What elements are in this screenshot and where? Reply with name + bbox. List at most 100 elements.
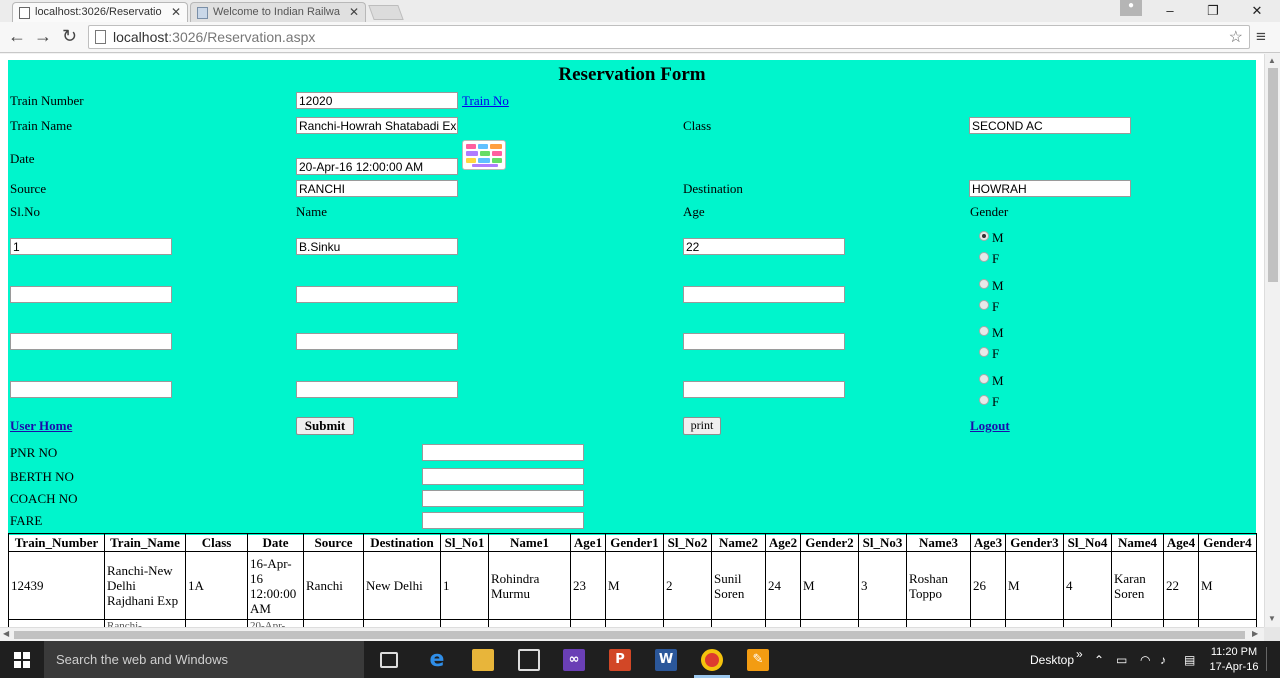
volume-icon[interactable]: ♪	[1160, 653, 1166, 667]
table-row[interactable]: 12439 Ranchi-New Delhi Rajdhani Exp 1A 16-A…	[8, 551, 1257, 620]
passenger-3-name-field[interactable]	[296, 333, 458, 350]
tab-reservation[interactable]: localhost:3026/Reservatio ✕	[12, 2, 188, 22]
reservations-table: Train_Number Train_Name Class Date Source Des…	[8, 533, 1257, 627]
forward-arrow-icon[interactable]: →	[34, 26, 52, 47]
chrome-icon[interactable]	[701, 649, 723, 671]
store-icon[interactable]	[518, 649, 540, 671]
slno-column-label: Sl.No	[10, 204, 40, 219]
table-header-cell: Source	[303, 533, 364, 552]
horizontal-scroll-thumb[interactable]	[14, 631, 1245, 639]
table-cell: M	[800, 551, 859, 620]
passenger-4-name-field[interactable]	[296, 381, 458, 398]
table-row[interactable]: Ranchi- 20-Apr-	[8, 619, 1257, 627]
page-icon	[95, 30, 106, 44]
date-field[interactable]: 20-Apr-16 12:00:00 AM	[296, 158, 458, 175]
train-no-link[interactable]: Train No	[462, 93, 509, 109]
passenger-3-female-radio[interactable]: F	[979, 346, 999, 362]
passenger-2-female-radio[interactable]: F	[979, 299, 999, 315]
passenger-1-age-field[interactable]: 22	[683, 238, 845, 255]
passenger-1-name-field[interactable]: B.Sinku	[296, 238, 458, 255]
calendar-icon[interactable]	[462, 140, 506, 170]
berth-field[interactable]	[422, 468, 584, 485]
horizontal-scrollbar[interactable]: ◀ ▶	[0, 627, 1264, 641]
print-button[interactable]: print	[683, 417, 721, 435]
logout-link[interactable]: Logout	[970, 418, 1010, 434]
pnr-field[interactable]	[422, 444, 584, 461]
passenger-1-male-radio[interactable]: M	[979, 230, 1004, 246]
windows-start-icon[interactable]	[14, 652, 30, 668]
close-tab-icon[interactable]: ✕	[349, 5, 359, 19]
tab-indian-railways[interactable]: Welcome to Indian Railwa ✕	[190, 2, 366, 22]
table-header-cell: Age1	[570, 533, 606, 552]
minimize-button[interactable]: –	[1150, 0, 1190, 22]
url-text[interactable]: localhost:3026/Reservation.aspx	[113, 29, 315, 45]
wifi-icon[interactable]: ◠	[1140, 653, 1150, 667]
scroll-right-icon[interactable]: ▶	[1252, 629, 1258, 638]
visual-studio-icon[interactable]: ∞	[563, 649, 585, 671]
scroll-left-icon[interactable]: ◀	[3, 629, 9, 638]
railways-favicon-icon	[197, 7, 208, 19]
scroll-up-icon[interactable]: ▲	[1268, 56, 1276, 65]
edge-browser-icon[interactable]: e	[426, 649, 448, 671]
page-favicon-icon	[19, 7, 30, 19]
table-cell	[1005, 619, 1064, 627]
show-hidden-icons-icon[interactable]: ⌃	[1094, 653, 1104, 667]
table-cell	[185, 619, 248, 627]
submit-button[interactable]: Submit	[296, 417, 354, 435]
passenger-2-male-radio[interactable]: M	[979, 278, 1004, 294]
train-number-field[interactable]: 12020	[296, 92, 458, 109]
back-arrow-icon[interactable]: ←	[8, 26, 26, 47]
table-cell	[1163, 619, 1199, 627]
word-icon[interactable]: W	[655, 649, 677, 671]
destination-label: Destination	[683, 181, 743, 196]
address-bar[interactable]: localhost:3026/Reservation.aspx ☆	[88, 25, 1250, 49]
tray-chevron-icon[interactable]: »	[1076, 647, 1083, 661]
task-view-icon[interactable]	[380, 652, 398, 668]
passenger-4-slno-field[interactable]	[10, 381, 172, 398]
new-tab-button[interactable]	[368, 5, 404, 20]
bookmark-star-icon[interactable]: ☆	[1229, 27, 1243, 47]
class-field[interactable]: SECOND AC	[969, 117, 1131, 134]
passenger-4-age-field[interactable]	[683, 381, 845, 398]
profile-icon[interactable]: ●	[1120, 0, 1142, 16]
taskbar-clock[interactable]: 11:20 PM 17-Apr-16	[1206, 645, 1262, 675]
taskbar-search-box[interactable]: Search the web and Windows	[44, 641, 364, 678]
passenger-1-female-radio[interactable]: F	[979, 251, 999, 267]
maximize-button[interactable]: ❐	[1193, 0, 1233, 22]
user-home-link[interactable]: User Home	[10, 418, 72, 434]
scroll-down-icon[interactable]: ▼	[1268, 614, 1276, 623]
vertical-scroll-thumb[interactable]	[1268, 68, 1278, 282]
close-tab-icon[interactable]: ✕	[171, 5, 181, 19]
vertical-scrollbar[interactable]: ▲ ▼	[1264, 54, 1280, 627]
destination-field[interactable]: HOWRAH	[969, 180, 1131, 197]
passenger-3-slno-field[interactable]	[10, 333, 172, 350]
table-cell: M	[1005, 551, 1064, 620]
passenger-2-name-field[interactable]	[296, 286, 458, 303]
passenger-2-age-field[interactable]	[683, 286, 845, 303]
coach-field[interactable]	[422, 490, 584, 507]
table-header-cell: Gender1	[605, 533, 664, 552]
passenger-4-male-radio[interactable]: M	[979, 373, 1004, 389]
desktop-toolbar-label[interactable]: Desktop	[1030, 653, 1074, 667]
reload-icon[interactable]: ↻	[62, 26, 77, 47]
notification-icon[interactable]: ▤	[1184, 653, 1195, 667]
passenger-4-female-radio[interactable]: F	[979, 394, 999, 410]
train-name-field[interactable]: Ranchi-Howrah Shatabadi Ex	[296, 117, 458, 134]
app-icon[interactable]: ✎	[747, 649, 769, 671]
windows-taskbar: Search the web and Windows e ∞ P W ✎ Des…	[0, 641, 1280, 678]
table-header-cell: Gender2	[800, 533, 859, 552]
table-cell: 1	[440, 551, 489, 620]
passenger-3-male-radio[interactable]: M	[979, 325, 1004, 341]
close-window-button[interactable]: ✕	[1237, 0, 1277, 22]
table-header-cell: Name3	[906, 533, 971, 552]
battery-icon[interactable]: ▭	[1116, 653, 1127, 667]
browser-menu-icon[interactable]: ≡	[1256, 27, 1266, 47]
source-field[interactable]: RANCHI	[296, 180, 458, 197]
powerpoint-icon[interactable]: P	[609, 649, 631, 671]
passenger-2-slno-field[interactable]	[10, 286, 172, 303]
passenger-3-age-field[interactable]	[683, 333, 845, 350]
passenger-1-slno-field[interactable]: 1	[10, 238, 172, 255]
show-desktop-button[interactable]	[1266, 647, 1278, 671]
file-explorer-icon[interactable]	[472, 649, 494, 671]
fare-field[interactable]	[422, 512, 584, 529]
